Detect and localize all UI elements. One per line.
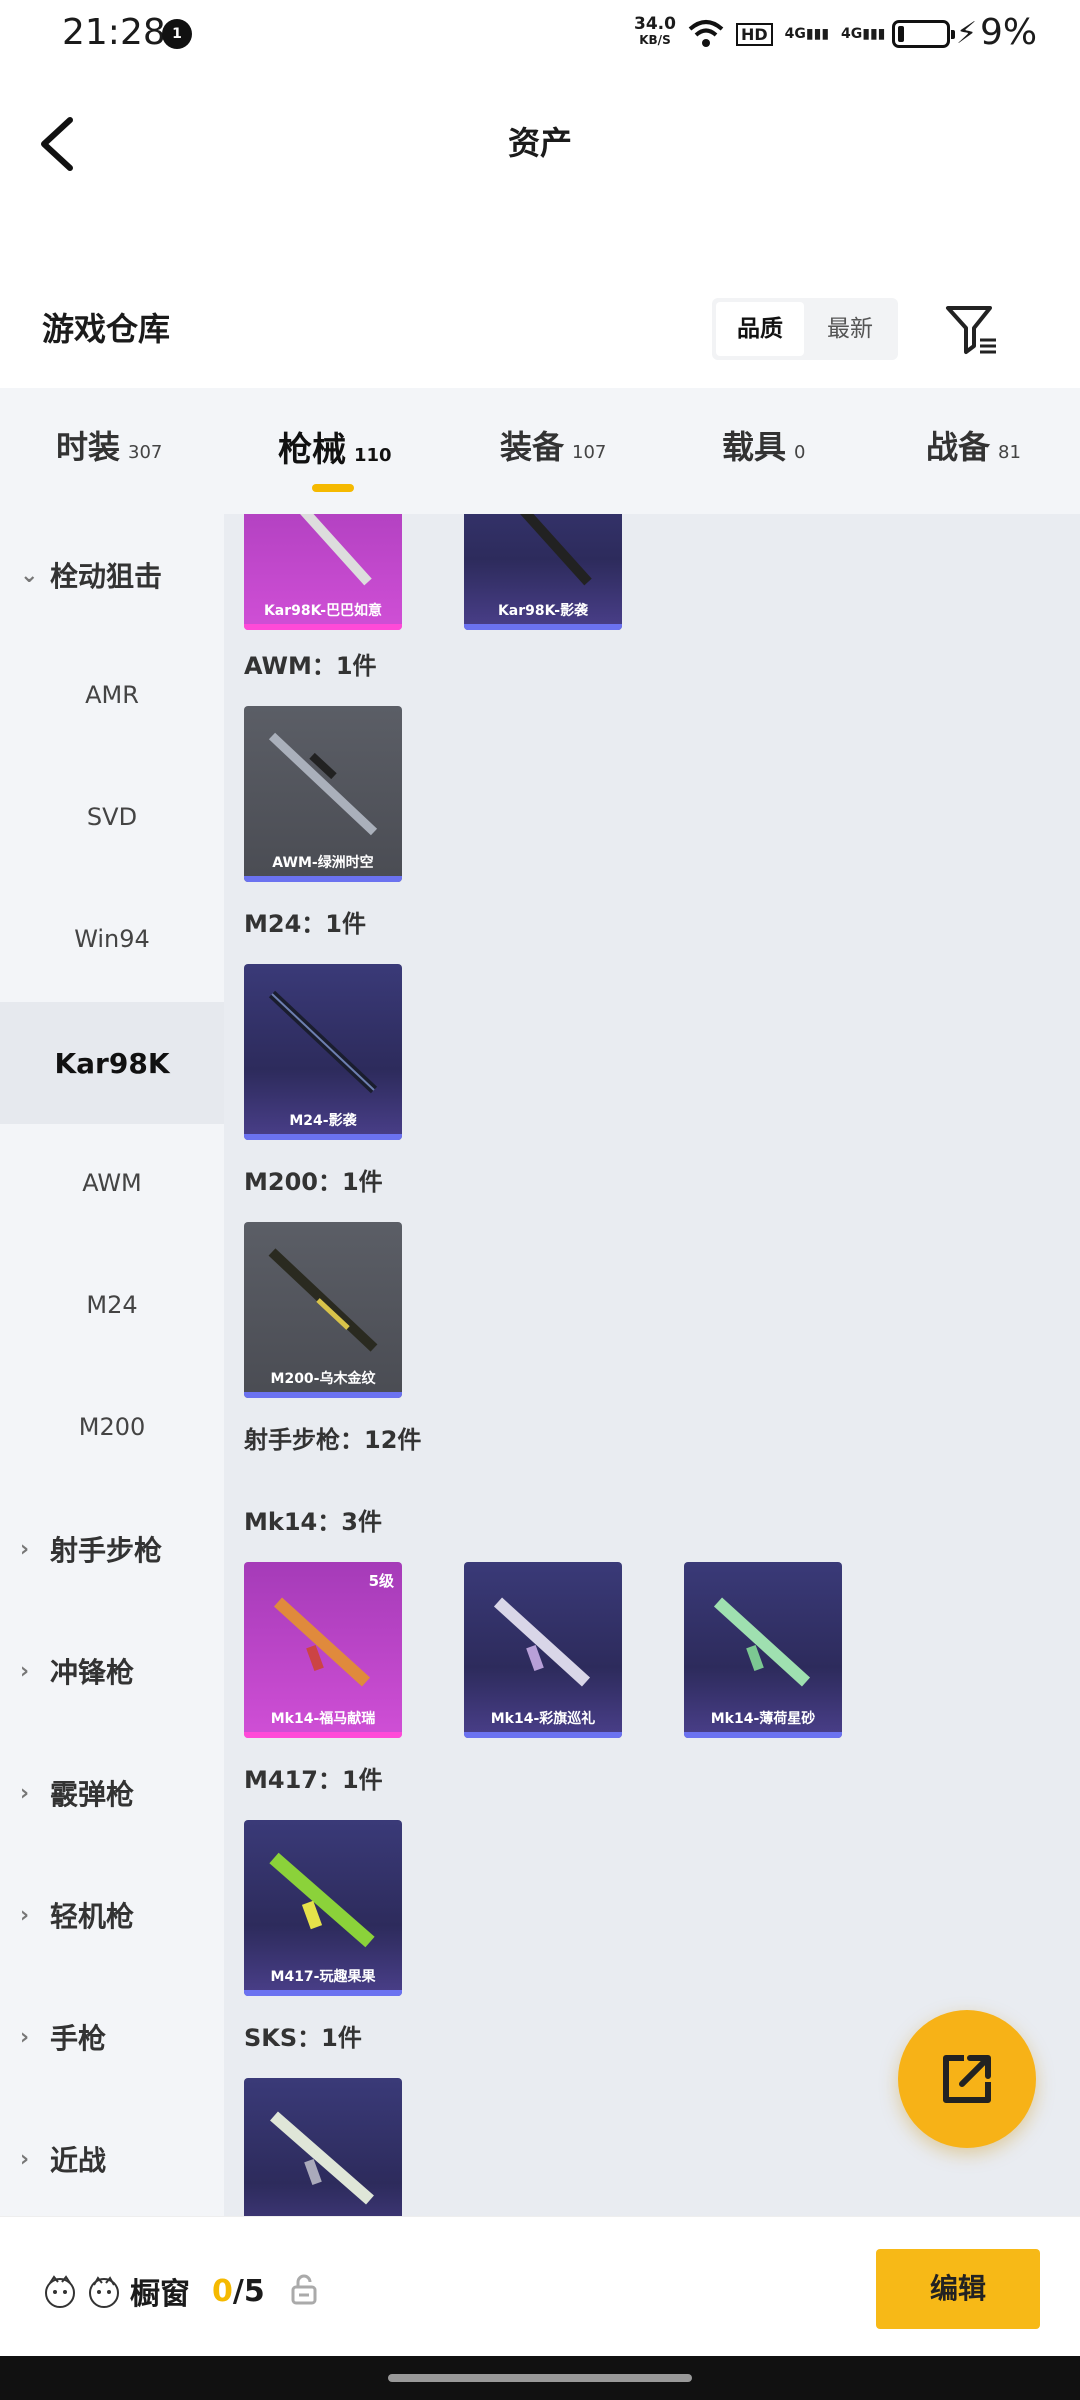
weapon-card[interactable]: AWM-绿洲时空 [244, 706, 402, 882]
chevron-right-icon: › [20, 1536, 30, 1562]
group-label: M24：1件 [244, 910, 366, 938]
sidebar-item-amr[interactable]: AMR [0, 634, 224, 756]
tab-fashion[interactable]: 时装 307 [56, 422, 162, 482]
tab-equipment[interactable]: 装备 107 [500, 422, 606, 482]
tab-vehicles[interactable]: 载具 0 [722, 422, 805, 482]
sidebar-item-awm[interactable]: AWM [0, 1122, 224, 1244]
weapon-card[interactable]: M200-乌木金纹 [244, 1222, 402, 1398]
weapon-card[interactable]: 5级 Mk14-福马献瑞 [244, 1562, 402, 1738]
rifle-icon [269, 1852, 375, 1948]
sidebar-item-m200[interactable]: M200 [0, 1366, 224, 1488]
network-speed: 34.0 KB/S [634, 14, 676, 48]
warehouse-header: 游戏仓库 品质 最新 [0, 280, 1080, 380]
chevron-down-icon: ⌄ [20, 562, 39, 588]
weapon-card[interactable]: M24-影袭 [244, 964, 402, 1140]
rifle-icon [520, 514, 592, 586]
external-link-icon [943, 2055, 991, 2103]
weapon-card[interactable]: Mk14-薄荷星砂 [684, 1562, 842, 1738]
sidebar-item-win94[interactable]: Win94 [0, 878, 224, 1000]
chevron-right-icon: › [20, 1658, 30, 1684]
group-label: M200：1件 [244, 1168, 383, 1196]
sidebar-cat-dmr[interactable]: › 射手步枪 [0, 1488, 224, 1610]
bottom-bar: 橱窗 0/5 编辑 [0, 2216, 1080, 2356]
sidebar-item-kar98k[interactable]: Kar98K [0, 1002, 224, 1124]
gesture-nav-bar [0, 2356, 1080, 2400]
hd-icon: HD [736, 22, 773, 46]
sniper-rifle-icon [268, 1248, 378, 1352]
chevron-right-icon: › [20, 1902, 30, 1928]
sidebar-cat-melee[interactable]: › 近战 [0, 2098, 224, 2216]
showcase-count: 0/5 [212, 2273, 265, 2309]
app-header: 资产 [0, 70, 1080, 210]
group-label: SKS：1件 [244, 2024, 362, 2052]
category-tabs: 时装 307 枪械 110 装备 107 载具 0 战备 81 [0, 388, 1080, 514]
rifle-icon [713, 1597, 811, 1687]
signal-icon-2: 4G▮▮▮ [841, 26, 886, 42]
rifle-icon [300, 514, 372, 586]
tab-indicator [312, 484, 354, 492]
group-label: Mk14：3件 [244, 1508, 382, 1536]
rifle-icon [493, 1597, 591, 1687]
tab-supplies[interactable]: 战备 81 [926, 422, 1021, 482]
showcase-info: 橱窗 0/5 [42, 2269, 265, 2313]
weapon-card[interactable]: Kar98K-巴巴如意 [244, 514, 402, 630]
filter-button[interactable] [944, 302, 1002, 358]
home-indicator [388, 2374, 692, 2382]
weapon-card[interactable]: Mk14-彩旗巡礼 [464, 1562, 622, 1738]
chevron-right-icon: › [20, 1780, 30, 1806]
sidebar-cat-bolt-action[interactable]: ⌄ 栓动狙击 [0, 514, 224, 636]
rifle-icon [273, 1597, 371, 1687]
weapon-card[interactable] [244, 2078, 402, 2216]
share-fab-button[interactable] [898, 2010, 1036, 2148]
chevron-right-icon: › [20, 2024, 30, 2050]
status-time: 21:28 [62, 12, 166, 53]
mascot-icon [89, 2276, 119, 2308]
sidebar-cat-shotgun[interactable]: › 霰弹枪 [0, 1732, 224, 1854]
weapon-sidebar: ⌄ 栓动狙击 AMR SVD Win94 Kar98K AWM M24 M200 … [0, 514, 224, 2216]
sidebar-cat-smg[interactable]: › 冲锋枪 [0, 1610, 224, 1732]
showcase-label: 橱窗 [130, 2277, 190, 2312]
tab-firearms[interactable]: 枪械 110 [278, 422, 392, 482]
battery-percent: 9% [980, 12, 1038, 53]
sidebar-item-svd[interactable]: SVD [0, 756, 224, 878]
status-bar: 21:28 1 34.0 KB/S HD 4G▮▮▮ 4G▮▮▮ ⚡ 9% [0, 0, 1080, 70]
sniper-rifle-icon [268, 732, 378, 836]
sort-quality-button[interactable]: 品质 [716, 302, 804, 356]
sidebar-item-m24[interactable]: M24 [0, 1244, 224, 1366]
group-label: AWM：1件 [244, 652, 377, 680]
rifle-icon [270, 2111, 374, 2205]
sidebar-cat-pistol[interactable]: › 手枪 [0, 1976, 224, 2098]
signal-icon: 4G▮▮▮ [784, 26, 830, 42]
group-label: M417：1件 [244, 1766, 383, 1794]
battery-icon [892, 20, 955, 48]
page-title: 资产 [507, 124, 572, 162]
sidebar-cat-lmg[interactable]: › 轻机枪 [0, 1854, 224, 1976]
notification-badge: 1 [162, 19, 192, 49]
status-icons: HD 4G▮▮▮ 4G▮▮▮ [688, 14, 885, 54]
sort-latest-button[interactable]: 最新 [806, 302, 894, 356]
charging-icon: ⚡ [956, 16, 978, 51]
filter-icon [946, 306, 996, 354]
group-label: 射手步枪：12件 [244, 1426, 422, 1454]
weapon-card[interactable]: M417-玩趣果果 [244, 1820, 402, 1996]
weapon-list: Kar98K-巴巴如意 Kar98K-影袭 AWM：1件 AWM-绿洲时空 M2… [224, 514, 1080, 2216]
wifi-icon [688, 20, 724, 47]
weapon-card[interactable]: Kar98K-影袭 [464, 514, 622, 630]
lock-icon [290, 2273, 318, 2305]
sort-toggle: 品质 最新 [712, 298, 898, 360]
mascot-icon [45, 2275, 75, 2308]
chevron-right-icon: › [20, 2146, 30, 2172]
edit-button[interactable]: 编辑 [876, 2249, 1040, 2329]
section-title: 游戏仓库 [42, 310, 171, 348]
sniper-rifle-icon [268, 990, 378, 1094]
